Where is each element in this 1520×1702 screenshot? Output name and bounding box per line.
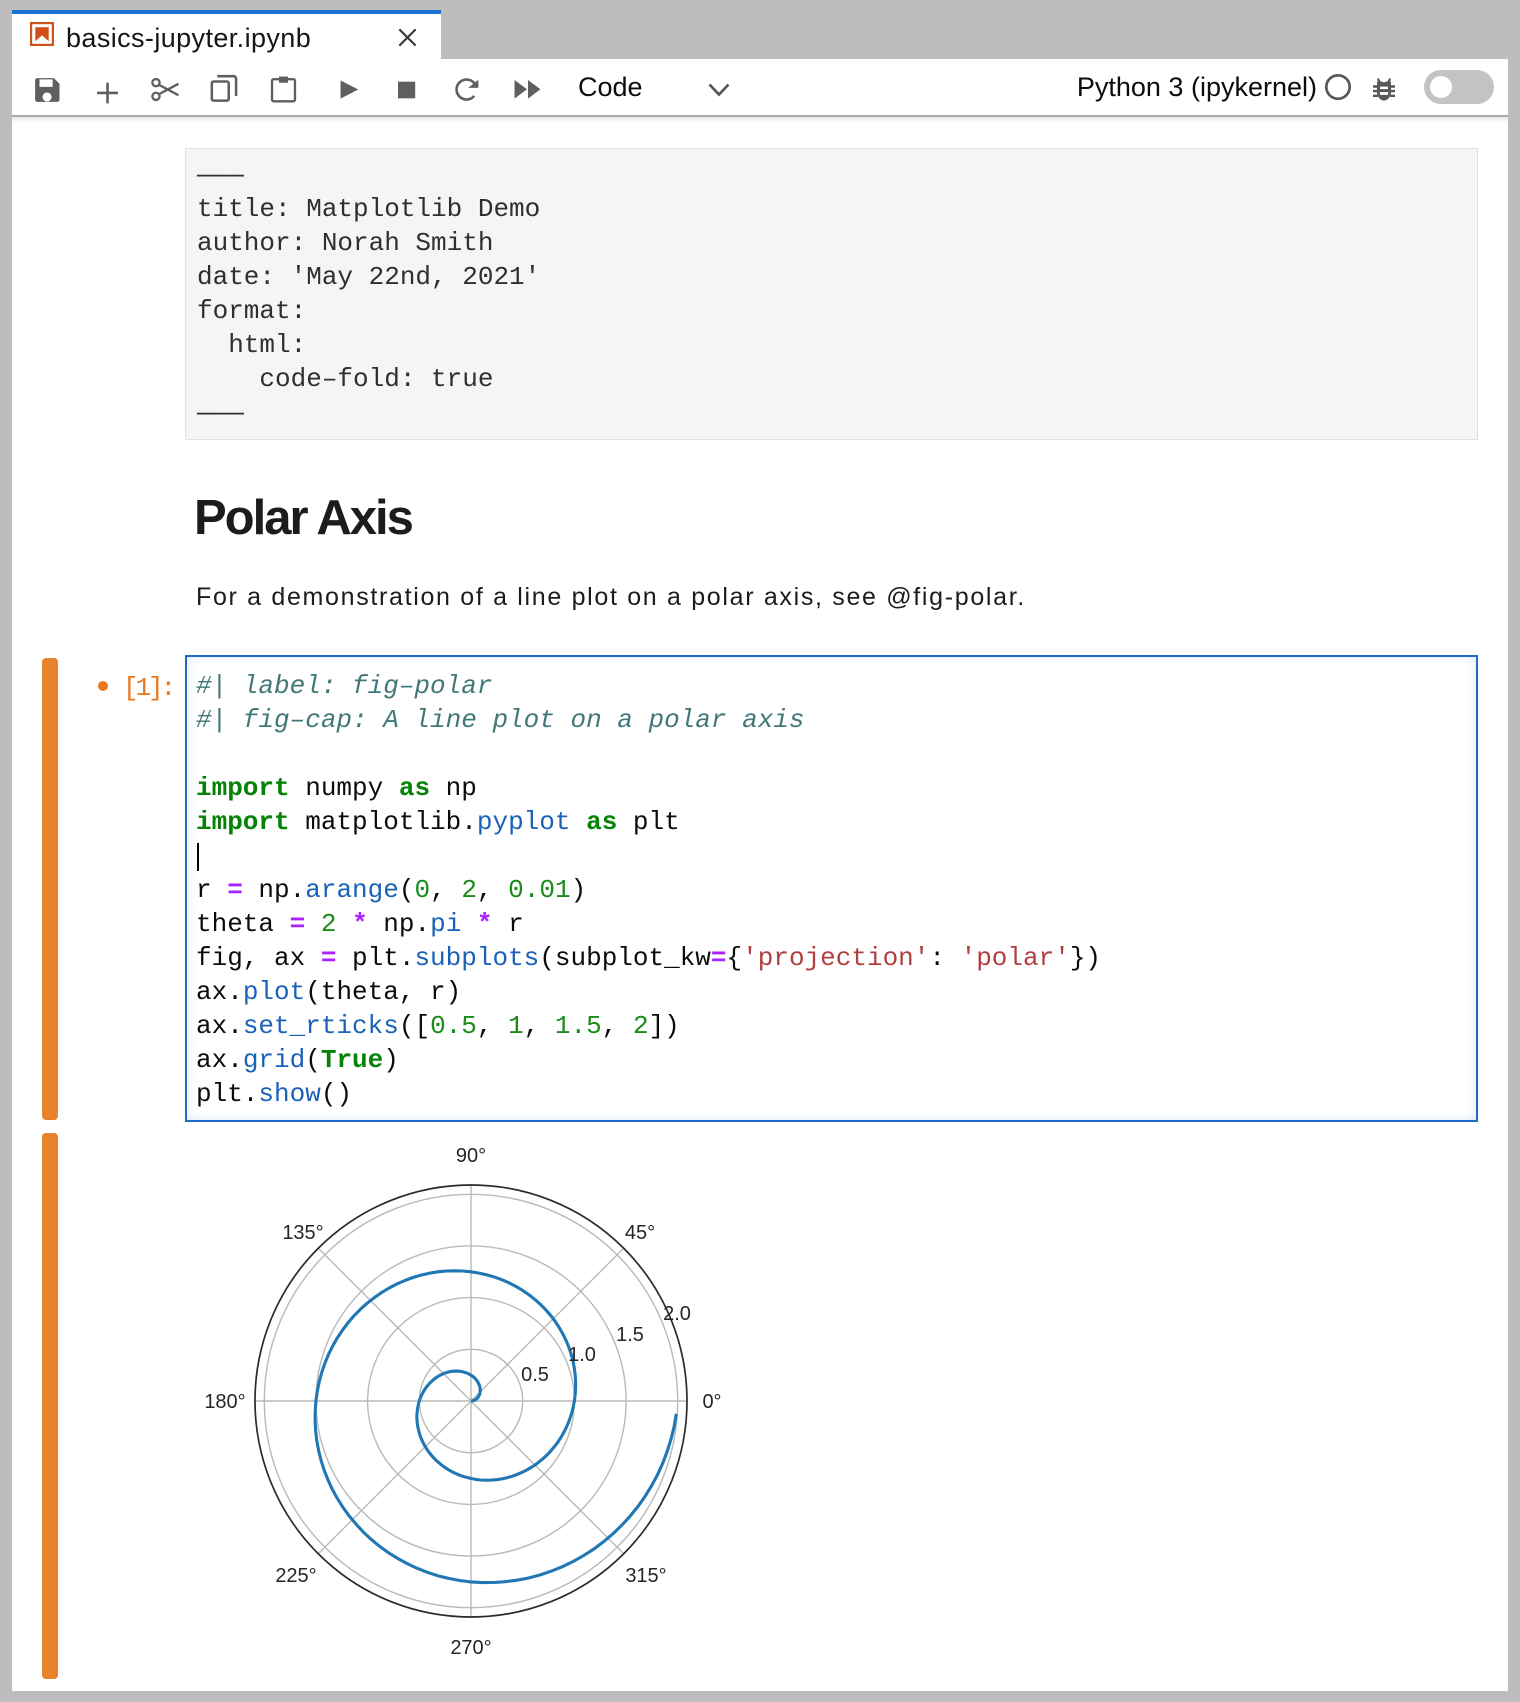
svg-text:90°: 90° (456, 1145, 486, 1167)
svg-text:0.5: 0.5 (521, 1364, 549, 1386)
svg-text:225°: 225° (275, 1565, 316, 1587)
svg-text:2.0: 2.0 (663, 1303, 691, 1325)
svg-text:1.0: 1.0 (568, 1344, 596, 1366)
svg-text:270°: 270° (450, 1637, 491, 1659)
svg-text:315°: 315° (625, 1565, 666, 1587)
svg-text:0°: 0° (702, 1391, 721, 1413)
svg-text:1.5: 1.5 (616, 1324, 644, 1346)
svg-text:135°: 135° (282, 1222, 323, 1244)
svg-text:180°: 180° (204, 1391, 245, 1413)
svg-text:45°: 45° (625, 1222, 655, 1244)
